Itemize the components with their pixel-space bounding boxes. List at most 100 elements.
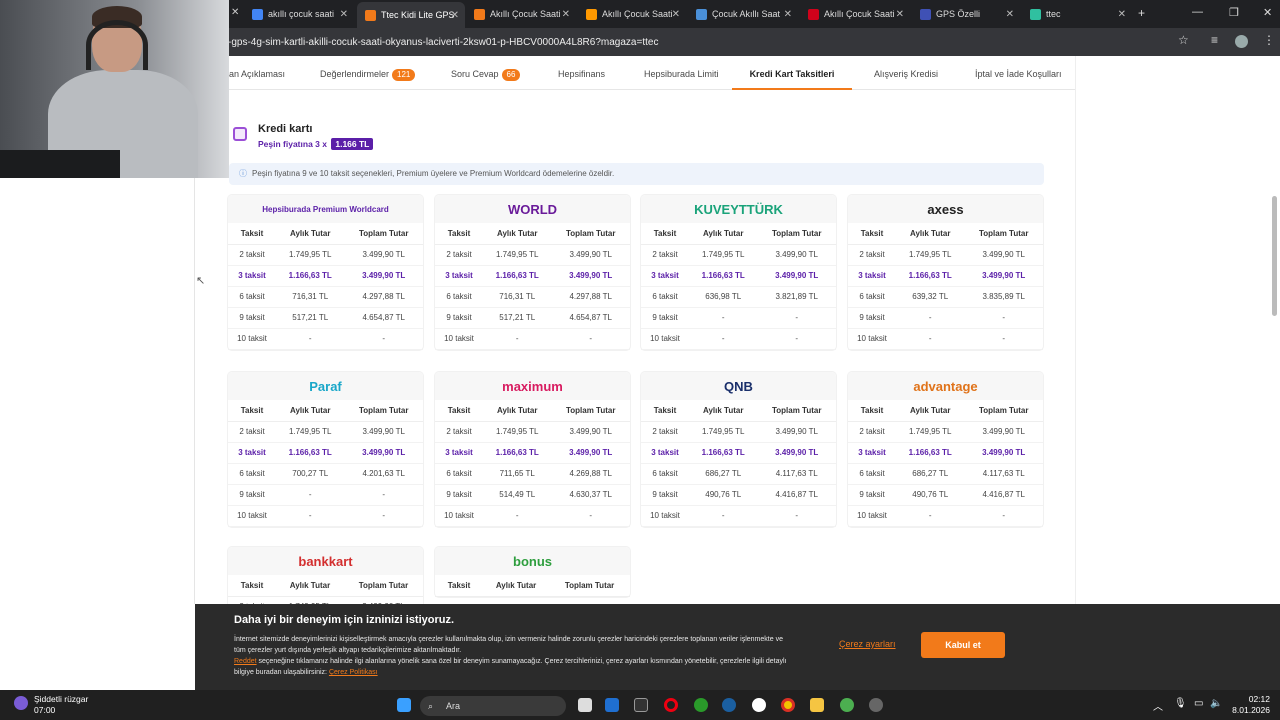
app-g-icon[interactable]	[634, 698, 648, 712]
tab-search-icon[interactable]: ≡	[1211, 33, 1218, 47]
table-header: Taksit	[848, 223, 896, 245]
table-header: Aylık Tutar	[483, 400, 552, 422]
weather-icon[interactable]	[14, 696, 28, 710]
steam-icon[interactable]	[722, 698, 736, 712]
table-cell: 1.166,63 TL	[276, 265, 345, 287]
close-icon[interactable]: ✕	[231, 7, 239, 18]
scrollbar[interactable]	[1272, 196, 1277, 316]
task-view-icon[interactable]	[578, 698, 592, 712]
table-cell: 6 taksit	[228, 286, 276, 308]
restore-icon[interactable]: ❐	[1229, 6, 1239, 19]
table-row: 10 taksit - -	[228, 505, 423, 527]
nav-tab-label: Soru Cevap	[451, 69, 499, 79]
outlook-icon[interactable]	[605, 698, 619, 712]
folder-icon[interactable]	[810, 698, 824, 712]
cookie-reject-link[interactable]: Reddet	[234, 658, 257, 665]
chrome-icon[interactable]	[781, 698, 795, 712]
app-extra-icon[interactable]	[869, 698, 883, 712]
table-row: 9 taksit 514,49 TL 4.630,37 TL	[435, 484, 630, 506]
cookie-accept-button[interactable]: Kabul et	[921, 632, 1005, 658]
table-cell: 700,27 TL	[276, 463, 345, 485]
mic-icon[interactable]: 🎙	[1174, 698, 1187, 709]
windows-start-icon[interactable]	[397, 698, 411, 712]
table-cell: 1.166,63 TL	[896, 265, 965, 287]
installment-card: advantage Taksit Aylık Tutar Toplam Tutar 2 …	[848, 372, 1043, 527]
menu-kebab-icon[interactable]: ⋮	[1263, 33, 1275, 47]
nav-tab[interactable]: Hepsifinans	[558, 58, 605, 90]
table-header: Aylık Tutar	[483, 575, 550, 597]
browser-tab[interactable]: Akıllı Çocuk Saati ✕	[578, 4, 686, 24]
table-cell: -	[757, 328, 836, 350]
url-field[interactable]: -gps-4g-sim-kartli-akilli-cocuk-saati-ok…	[228, 34, 1168, 52]
minimize-icon[interactable]: —	[1192, 6, 1203, 18]
table-cell: 3 taksit	[641, 442, 689, 464]
tab-close-icon[interactable]: ✕	[451, 10, 459, 21]
table-cell: 10 taksit	[228, 328, 276, 350]
nav-tab-label: Kredi Kart Taksitleri	[749, 69, 835, 79]
new-tab-icon[interactable]: +	[1138, 6, 1145, 20]
cookie-text-1: İnternet sitemizde deneyimlerinizi kişis…	[234, 636, 783, 654]
table-cell: -	[276, 328, 345, 350]
tab-close-icon[interactable]: ✕	[340, 9, 348, 20]
network-icon[interactable]: ▭	[1194, 698, 1203, 709]
opera-icon[interactable]	[664, 698, 678, 712]
xbox-icon[interactable]	[694, 698, 708, 712]
tab-close-icon[interactable]: ✕	[672, 9, 680, 20]
volume-icon[interactable]: 🔈	[1210, 698, 1222, 709]
clock[interactable]: 02:12 8.01.2026	[1230, 694, 1270, 716]
nav-tab-label: Alışveriş Kredisi	[874, 69, 939, 79]
bank-logo: bankkart	[228, 547, 423, 575]
table-cell: 1.749,95 TL	[896, 244, 965, 266]
tab-close-icon[interactable]: ✕	[784, 9, 792, 20]
tab-close-icon[interactable]: ✕	[1118, 9, 1126, 20]
table-cell: 4.201,63 TL	[344, 463, 423, 485]
bank-name: Paraf	[309, 378, 342, 394]
bank-logo: QNB	[641, 372, 836, 400]
table-row: 2 taksit1.749,95 TL3.499,90 TL	[228, 244, 423, 266]
weather-title: Şiddetli rüzgar	[34, 694, 89, 704]
cookie-settings-link[interactable]: Çerez ayarları	[839, 639, 896, 649]
browser-tab[interactable]: Akıllı Çocuk Saati ✕	[800, 4, 910, 24]
browser-tab[interactable]: GPS Özelli ✕	[912, 4, 1020, 24]
cookie-policy-link[interactable]: Çerez Politikası	[329, 669, 378, 676]
nav-tab[interactable]: İptal ve İade Koşulları	[975, 58, 1062, 90]
nav-tab[interactable]: an Açıklaması	[229, 58, 285, 90]
table-cell: 1.749,95 TL	[689, 421, 758, 443]
browser-tab[interactable]: Çocuk Akıllı Saat ✕	[688, 4, 798, 24]
table-cell: -	[483, 505, 552, 527]
table-cell: -	[896, 505, 965, 527]
table-cell: 1.749,95 TL	[276, 244, 345, 266]
yandex-icon[interactable]	[752, 698, 766, 712]
table-row: 10 taksit - -	[435, 505, 630, 527]
nav-tab[interactable]: Alışveriş Kredisi	[874, 58, 938, 90]
table-row: 6 taksit 686,27 TL 4.117,63 TL	[848, 463, 1043, 485]
table-row: 9 taksit 490,76 TL 4.416,87 TL	[848, 484, 1043, 506]
close-window-icon[interactable]: ✕	[1263, 6, 1272, 19]
bank-logo: axess	[848, 195, 1043, 223]
table-cell: 4.269,88 TL	[551, 463, 630, 485]
bookmark-star-icon[interactable]: ☆	[1178, 33, 1189, 47]
taskbar-search[interactable]: ⌕ Ara	[420, 696, 566, 716]
nav-tab[interactable]: Kredi Kart Taksitleri	[732, 58, 852, 90]
browser-tab[interactable]: Ttec Kidi Lite GPS ✕	[357, 2, 465, 28]
tab-close-icon[interactable]: ✕	[1006, 9, 1014, 20]
table-header: Toplam Tutar	[757, 400, 836, 422]
tab-label: Ttec Kidi Lite GPS	[381, 10, 455, 20]
table-cell: -	[276, 484, 345, 506]
weather-widget[interactable]: Şiddetli rüzgar 07:00	[34, 694, 88, 716]
nav-tab[interactable]: Hepsiburada Limiti	[644, 58, 719, 90]
profile-avatar-icon[interactable]	[1235, 35, 1248, 48]
tab-close-icon[interactable]: ✕	[896, 9, 904, 20]
installment-card: Hepsiburada Premium Worldcard Taksit Aylık…	[228, 195, 423, 350]
browser-tab[interactable]: ttec ✕	[1022, 4, 1132, 24]
nav-tab[interactable]: Değerlendirmeler 121	[320, 58, 416, 90]
installment-card: Paraf Taksit Aylık Tutar Toplam Tutar 2 taks…	[228, 372, 423, 527]
browser-tab[interactable]: akıllı çocuk saati ✕	[244, 4, 354, 24]
tray-chevron-icon[interactable]: ︿	[1153, 698, 1163, 713]
installment-table: TaksitAylık TutarToplam Tutar2 taksit1.7…	[228, 223, 423, 350]
tab-close-icon[interactable]: ✕	[562, 9, 570, 20]
chrome-active-icon[interactable]	[840, 698, 854, 712]
nav-tab[interactable]: Soru Cevap 66	[451, 58, 521, 90]
search-label: Ara	[446, 701, 461, 711]
browser-tab[interactable]: Akıllı Çocuk Saati ✕	[466, 4, 576, 24]
